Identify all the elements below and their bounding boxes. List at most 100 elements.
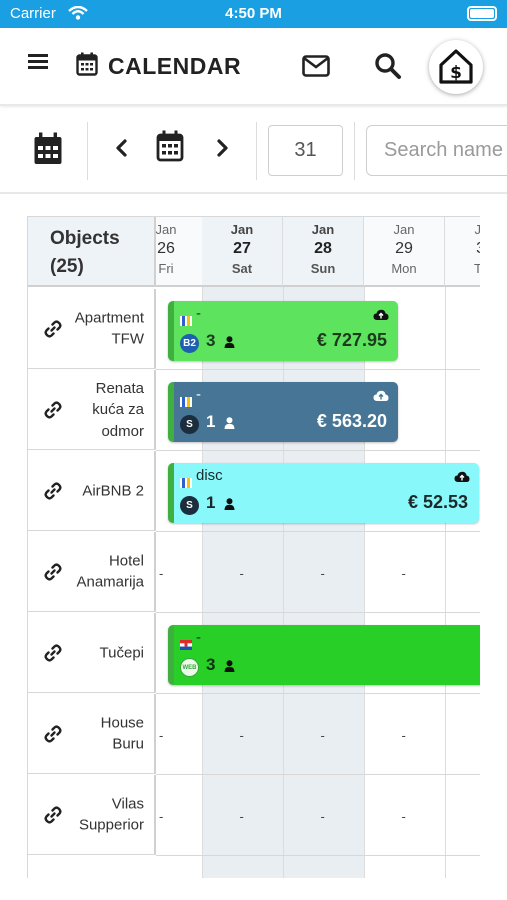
- objects-header-label: Objects: [50, 228, 120, 249]
- object-row[interactable]: Renata kuća za odmor: [28, 370, 156, 450]
- object-row[interactable]: Hotel Anamarija: [28, 532, 156, 612]
- previous-arrow-icon[interactable]: [112, 136, 132, 160]
- person-icon: [224, 416, 235, 434]
- empty-cell[interactable]: -: [159, 728, 163, 743]
- next-arrow-icon[interactable]: [212, 136, 232, 160]
- link-icon[interactable]: [44, 319, 62, 343]
- person-icon: [224, 659, 235, 677]
- calendar-icon: [76, 52, 98, 76]
- object-row[interactable]: AirBNB 2: [28, 451, 156, 531]
- reservation-label: -: [196, 629, 201, 646]
- object-name[interactable]: Renata kuća za odmor: [92, 377, 144, 442]
- channel-badge: WEB: [180, 658, 199, 677]
- reservation-price: € 727.95: [316, 330, 387, 350]
- house-dollar-icon: $: [439, 49, 473, 84]
- object-name-line: TFW: [111, 330, 144, 348]
- search-icon[interactable]: [374, 52, 402, 80]
- object-name[interactable]: Apartment TFW: [75, 307, 144, 350]
- guest-count: 1: [206, 412, 216, 431]
- date-column-header: Jan 27 Sat: [202, 217, 283, 287]
- object-name[interactable]: Tučepi: [100, 642, 144, 664]
- row-divider: [156, 450, 480, 451]
- reservation-label: disc: [196, 467, 223, 484]
- object-name-line: Supperior: [78, 816, 144, 834]
- person-icon: [224, 497, 235, 515]
- row-divider: [156, 612, 480, 613]
- reservation-block[interactable]: disc S 1 € 52.53: [168, 463, 479, 523]
- object-name-line: Anamarija: [76, 573, 144, 591]
- object-name[interactable]: AirBNB 2: [82, 480, 144, 502]
- object-name-line: Hotel: [108, 552, 144, 569]
- empty-cell[interactable]: -: [402, 809, 406, 824]
- object-name-line: AirBNB 2: [82, 481, 144, 499]
- reservation-block[interactable]: - S 1 € 563.20: [168, 382, 398, 442]
- object-name-line: Tučepi: [99, 643, 144, 661]
- menu-icon[interactable]: [28, 54, 48, 72]
- channel-badge: S: [180, 415, 199, 434]
- object-name-line: Vilas: [111, 795, 144, 812]
- cloud-sync-icon: [373, 308, 389, 326]
- row-divider: [156, 531, 480, 532]
- row-divider: [156, 369, 480, 370]
- object-name[interactable]: Hotel Anamarija: [76, 550, 144, 593]
- flag-icon: [180, 394, 192, 407]
- object-row[interactable]: House Buru: [28, 694, 156, 774]
- status-time: 4:50 PM: [225, 5, 282, 22]
- flag-icon: [180, 475, 192, 488]
- reservation-label: -: [196, 386, 201, 403]
- reservation-block[interactable]: - B2 3 € 727.95: [168, 301, 398, 361]
- link-icon[interactable]: [44, 400, 62, 424]
- status-bar: Carrier 4:50 PM: [0, 0, 507, 28]
- row-divider: [156, 774, 480, 775]
- object-row[interactable]: Vilas Supperior: [28, 775, 156, 855]
- date-column-header: Jan 29 Mon: [364, 217, 445, 287]
- empty-cell[interactable]: -: [240, 809, 244, 824]
- link-icon[interactable]: [44, 562, 62, 586]
- object-name[interactable]: Vilas Supperior: [79, 793, 144, 836]
- person-icon: [224, 335, 235, 353]
- app-logo[interactable]: $: [429, 40, 483, 94]
- page-title: CALENDAR: [108, 53, 242, 79]
- link-icon[interactable]: [44, 724, 62, 748]
- empty-cell[interactable]: -: [159, 566, 163, 581]
- object-row[interactable]: Tučepi: [28, 613, 156, 693]
- empty-cell[interactable]: -: [321, 566, 325, 581]
- object-name[interactable]: House Buru: [101, 712, 144, 755]
- days-range-input[interactable]: 31: [268, 125, 343, 176]
- object-name-line: House: [100, 714, 144, 731]
- row-divider: [156, 693, 480, 694]
- toolbar-divider: [256, 122, 257, 180]
- reservation-label: -: [196, 305, 201, 322]
- empty-cell[interactable]: -: [402, 566, 406, 581]
- empty-cell[interactable]: -: [159, 809, 163, 824]
- cloud-sync-icon: [373, 389, 389, 407]
- object-name-line: Renata: [95, 379, 144, 397]
- link-icon[interactable]: [44, 481, 62, 505]
- empty-cell[interactable]: -: [240, 728, 244, 743]
- date-column-header: Jan30Tue: [445, 217, 480, 287]
- empty-cell[interactable]: -: [402, 728, 406, 743]
- mail-icon[interactable]: [302, 55, 330, 77]
- app-header: CALENDAR $: [0, 28, 507, 106]
- link-icon[interactable]: [44, 643, 62, 667]
- reservation-block[interactable]: -WEB3€: [168, 625, 480, 685]
- empty-cell[interactable]: -: [321, 809, 325, 824]
- svg-text:$: $: [450, 63, 462, 83]
- objects-count: (25): [50, 256, 84, 277]
- row-divider: [156, 855, 480, 856]
- guest-count: 3: [206, 655, 216, 674]
- object-row[interactable]: Apartment TFW: [28, 289, 156, 369]
- toolbar-divider: [354, 122, 355, 180]
- channel-badge: S: [180, 496, 199, 515]
- object-name-line: Buru: [112, 735, 144, 753]
- flag-icon: [180, 313, 192, 326]
- link-icon[interactable]: [44, 805, 62, 829]
- date-toolbar: 31 Search name: [0, 108, 507, 194]
- empty-cell[interactable]: -: [321, 728, 325, 743]
- calendar-today-icon[interactable]: [156, 130, 184, 162]
- calendar-picker-icon[interactable]: [33, 132, 63, 166]
- search-name-input[interactable]: Search name: [366, 125, 507, 176]
- flag-icon: [180, 637, 192, 650]
- channel-badge: B2: [180, 334, 199, 353]
- empty-cell[interactable]: -: [240, 566, 244, 581]
